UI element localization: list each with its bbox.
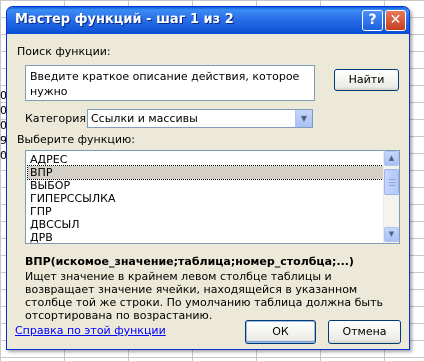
cancel-button[interactable]: Отмена xyxy=(328,320,401,344)
function-description: Ищет значение в крайнем левом столбце та… xyxy=(25,270,383,322)
list-item[interactable]: ГИПЕРССЫЛКА xyxy=(28,192,383,205)
function-syntax: ВПР(искомое_значение;таблица;номер_столб… xyxy=(25,255,354,268)
find-button[interactable]: Найти xyxy=(334,69,399,91)
category-label: Категория: xyxy=(25,112,90,125)
grip-line xyxy=(389,179,395,180)
list-item[interactable]: ГПР xyxy=(28,205,383,218)
close-icon: ✕ xyxy=(389,12,402,28)
function-list-label: Выберите функцию: xyxy=(17,133,135,146)
search-label: Поиск функции: xyxy=(17,45,111,58)
grip-line xyxy=(389,185,395,186)
chevron-down-icon[interactable]: ▼ xyxy=(295,110,312,127)
list-item[interactable]: ДРВ xyxy=(28,231,383,243)
function-wizard-dialog: Мастер функций - шаг 1 из 2 ? ✕ Поиск фу… xyxy=(6,6,410,350)
scroll-up-icon[interactable]: ▲ xyxy=(384,151,399,166)
category-value: Ссылки и массивы xyxy=(91,112,198,125)
close-button[interactable]: ✕ xyxy=(385,10,406,31)
scroll-down-icon[interactable]: ▼ xyxy=(384,227,399,242)
list-scrollbar[interactable]: ▲ ▼ xyxy=(383,151,399,243)
category-select[interactable]: Ссылки и массивы ▼ xyxy=(87,109,313,128)
list-item[interactable]: ВЫБОР xyxy=(28,179,383,192)
title-bar[interactable]: Мастер функций - шаг 1 из 2 ? ✕ xyxy=(7,7,409,34)
scroll-thumb[interactable] xyxy=(384,169,399,195)
help-link[interactable]: Справка по этой функции xyxy=(15,324,166,337)
ok-button[interactable]: ОК xyxy=(245,320,316,344)
search-input[interactable]: Введите краткое описание действия, котор… xyxy=(25,65,315,101)
function-list[interactable]: АДРЕС ВПР ВЫБОР ГИПЕРССЫЛКА ГПР ДВССЫЛ Д… xyxy=(25,150,400,244)
list-item[interactable]: АДРЕС xyxy=(28,153,383,166)
window-title: Мастер функций - шаг 1 из 2 xyxy=(15,12,234,27)
grip-line xyxy=(389,182,395,183)
help-button[interactable]: ? xyxy=(362,10,383,31)
list-item[interactable]: ДВССЫЛ xyxy=(28,218,383,231)
help-icon: ? xyxy=(368,12,377,28)
list-item-selected[interactable]: ВПР xyxy=(27,165,384,180)
